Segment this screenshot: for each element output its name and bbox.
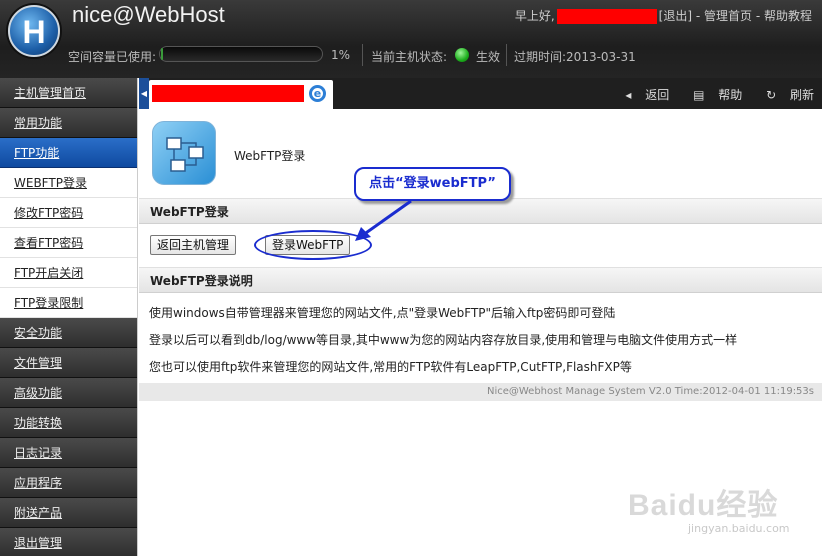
tab-bar: ◀ e ◂ 返回 ▤ 帮助 ↻ 刷新 [139, 78, 822, 109]
sidebar-item-common[interactable]: 常用功能 [0, 108, 137, 138]
desc-line: 登录以后可以看到db/log/www等目录,其中www为您的网站内容存放目录,使… [149, 333, 738, 347]
home-link[interactable]: 管理首页 [704, 9, 752, 23]
sidebar: 主机管理首页 常用功能 FTP功能 WEBFTP登录 修改FTP密码 查看FTP… [0, 78, 138, 556]
usage-progress-fill [161, 48, 163, 60]
expire-date: 过期时间:2013-03-31 [514, 50, 636, 64]
status-value: 生效 [476, 50, 501, 64]
tab-tools: ◂ 返回 ▤ 帮助 ↻ 刷新 [605, 86, 814, 103]
divider [362, 44, 363, 66]
sidebar-item-applications[interactable]: 应用程序 [0, 468, 137, 498]
divider [506, 44, 507, 66]
desc-line: 使用windows自带管理器来管理您的网站文件,点"登录WebFTP"后输入ft… [149, 306, 616, 320]
callout-arrow-icon [355, 199, 412, 241]
tab-current[interactable]: e [149, 80, 333, 109]
watermark: Baidu经验 jingyan.baidu.com [628, 480, 808, 540]
sidebar-item-advanced[interactable]: 高级功能 [0, 378, 137, 408]
back-tool[interactable]: ◂ 返回 [615, 88, 669, 102]
sidebar-item-ftp-login-limit[interactable]: FTP登录限制 [0, 288, 137, 318]
callout-annotation: 点击“登录webFTP” [354, 167, 511, 201]
usage-percent: 1% [331, 48, 351, 62]
brand-title: nice@WebHost [72, 2, 225, 27]
refresh-tool[interactable]: ↻ 刷新 [756, 88, 814, 102]
watermark-logo: Baidu经验 [628, 489, 779, 522]
status-label: 当前主机状态: [371, 50, 448, 64]
browser-e-icon: e [309, 85, 326, 102]
redacted-tab-title [152, 85, 304, 102]
footer: Nice@Webhost Manage System V2.0 Time:201… [139, 383, 822, 401]
greeting: 早上好, [514, 9, 555, 23]
watermark-url: jingyan.baidu.com [688, 522, 790, 535]
back-to-host-button[interactable]: 返回主机管理 [150, 235, 237, 255]
sidebar-item-file-manager[interactable]: 文件管理 [0, 348, 137, 378]
sidebar-item-ftp-toggle[interactable]: FTP开启关闭 [0, 258, 137, 288]
header: H nice@WebHost 早上好, [退出] - 管理首页 - 帮助教程 空间… [0, 0, 822, 78]
help-tool[interactable]: ▤ 帮助 [683, 88, 742, 102]
sidebar-item-security[interactable]: 安全功能 [0, 318, 137, 348]
help-tutorial-link[interactable]: 帮助教程 [764, 9, 812, 23]
back-arrow-icon: ◂ [625, 88, 632, 102]
sidebar-item-conversion[interactable]: 功能转换 [0, 408, 137, 438]
sidebar-item-logs[interactable]: 日志记录 [0, 438, 137, 468]
refresh-icon: ↻ [766, 88, 777, 102]
status-bar: 空间容量已使用: 1% 当前主机状态: 生效 过期时间:2013-03-31 [62, 44, 642, 68]
usage-label: 空间容量已使用: [68, 50, 157, 64]
network-icon [152, 121, 216, 185]
sidebar-item-bonus-products[interactable]: 附送产品 [0, 498, 137, 528]
document-icon: ▤ [693, 88, 705, 102]
top-links: 早上好, [退出] - 管理首页 - 帮助教程 [514, 9, 812, 24]
collapse-sidebar-icon[interactable]: ◀ [139, 78, 149, 109]
module-title: WebFTP登录 [234, 149, 306, 163]
status-ok-icon [455, 48, 469, 62]
sidebar-item-ftp[interactable]: FTP功能 [0, 138, 137, 168]
usage-progress-bar [159, 46, 323, 62]
sidebar-item-change-ftp-password[interactable]: 修改FTP密码 [0, 198, 137, 228]
logo: H [8, 5, 60, 57]
sidebar-item-host-home[interactable]: 主机管理首页 [0, 78, 137, 108]
section-webftp-login: WebFTP登录 [139, 198, 822, 224]
section-webftp-desc: WebFTP登录说明 [139, 267, 822, 293]
desc-line: 您也可以使用ftp软件来管理您的网站文件,常用的FTP软件有LeapFTP,Cu… [149, 360, 632, 374]
logout-link[interactable]: [退出] [659, 9, 692, 23]
sidebar-item-webftp-login[interactable]: WEBFTP登录 [0, 168, 137, 198]
redacted-username [556, 9, 657, 24]
sidebar-item-exit[interactable]: 退出管理 [0, 528, 137, 556]
sidebar-item-view-ftp-password[interactable]: 查看FTP密码 [0, 228, 137, 258]
